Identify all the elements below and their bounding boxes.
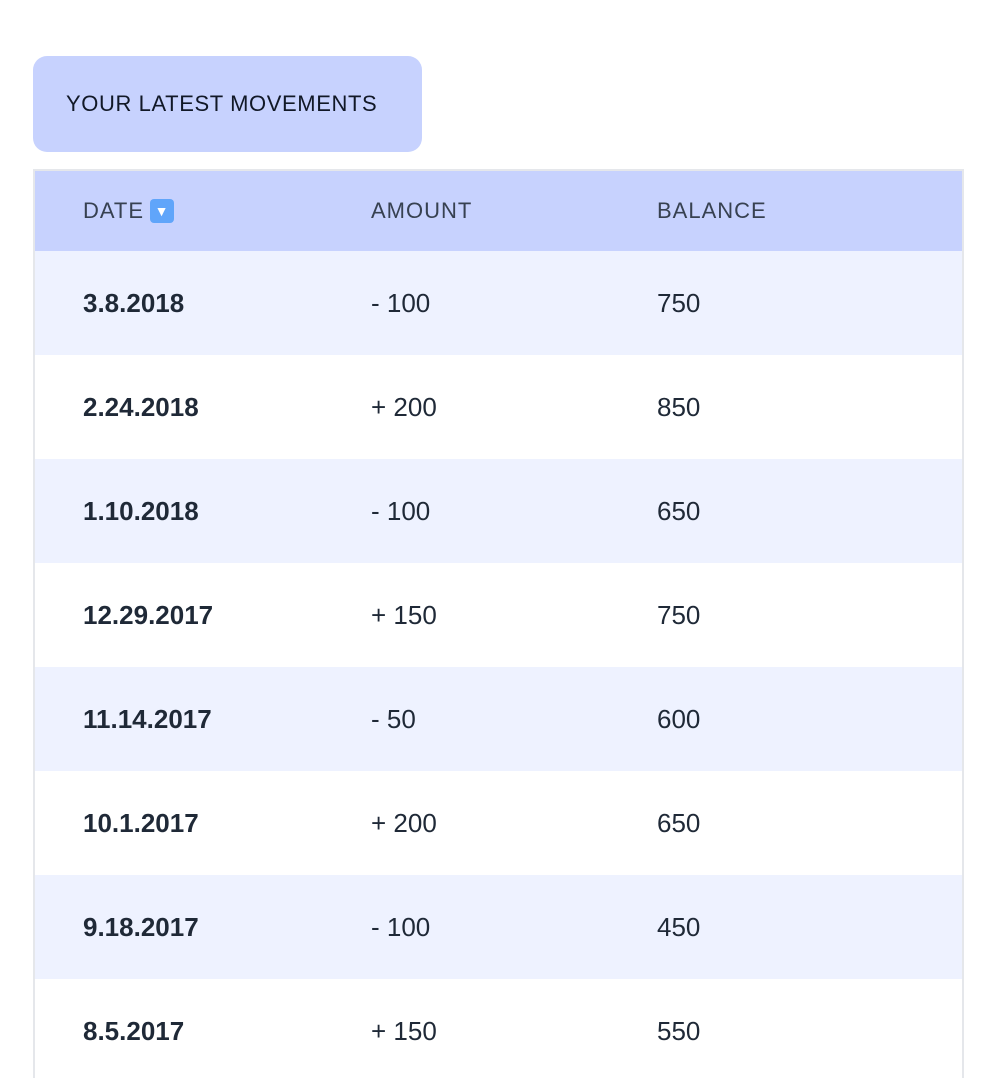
page: YOUR LATEST MOVEMENTS DATE ▼ AMOUNT BALA…: [0, 0, 994, 1078]
row-balance: 450: [657, 911, 701, 942]
movements-table: DATE ▼ AMOUNT BALANCE 3.8.2018 - 100 750…: [33, 169, 964, 1078]
table-header-row: DATE ▼ AMOUNT BALANCE: [35, 171, 962, 251]
row-amount: + 150: [371, 1015, 437, 1046]
row-date: 11.14.2017: [83, 703, 212, 734]
row-amount: - 50: [371, 703, 416, 734]
date-header-label: DATE: [83, 198, 145, 223]
row-amount: - 100: [371, 911, 431, 942]
row-balance: 750: [657, 599, 701, 630]
date-column-header[interactable]: DATE ▼: [35, 198, 371, 224]
row-date: 9.18.2017: [83, 911, 199, 942]
table-row: 12.29.2017 + 150 750: [35, 563, 962, 667]
row-date: 1.10.2018: [83, 495, 199, 526]
table-row: 1.10.2018 - 100 650: [35, 459, 962, 563]
row-amount: - 100: [371, 495, 431, 526]
table-row: 9.18.2017 - 100 450: [35, 875, 962, 979]
row-amount: + 200: [371, 391, 437, 422]
row-amount: + 150: [371, 599, 437, 630]
table-row: 10.1.2017 + 200 650: [35, 771, 962, 875]
row-balance: 850: [657, 391, 701, 422]
sort-down-icon[interactable]: ▼: [150, 199, 175, 223]
page-title: YOUR LATEST MOVEMENTS: [33, 56, 422, 152]
row-date: 2.24.2018: [83, 391, 199, 422]
table-row: 2.24.2018 + 200 850: [35, 355, 962, 459]
amount-header-label: AMOUNT: [371, 198, 473, 223]
row-balance: 550: [657, 1015, 701, 1046]
row-balance: 600: [657, 703, 701, 734]
row-date: 8.5.2017: [83, 1015, 185, 1046]
row-balance: 650: [657, 495, 701, 526]
row-amount: + 200: [371, 807, 437, 838]
row-date: 10.1.2017: [83, 807, 199, 838]
row-balance: 750: [657, 287, 701, 318]
row-date: 12.29.2017: [83, 599, 214, 630]
table-row: 3.8.2018 - 100 750: [35, 251, 962, 355]
row-balance: 650: [657, 807, 701, 838]
balance-column-header: BALANCE: [657, 198, 962, 224]
table-row: 11.14.2017 - 50 600: [35, 667, 962, 771]
row-date: 3.8.2018: [83, 287, 185, 318]
balance-header-label: BALANCE: [657, 198, 767, 223]
row-amount: - 100: [371, 287, 431, 318]
amount-column-header: AMOUNT: [371, 198, 657, 224]
table-row: 8.5.2017 + 150 550: [35, 979, 962, 1078]
